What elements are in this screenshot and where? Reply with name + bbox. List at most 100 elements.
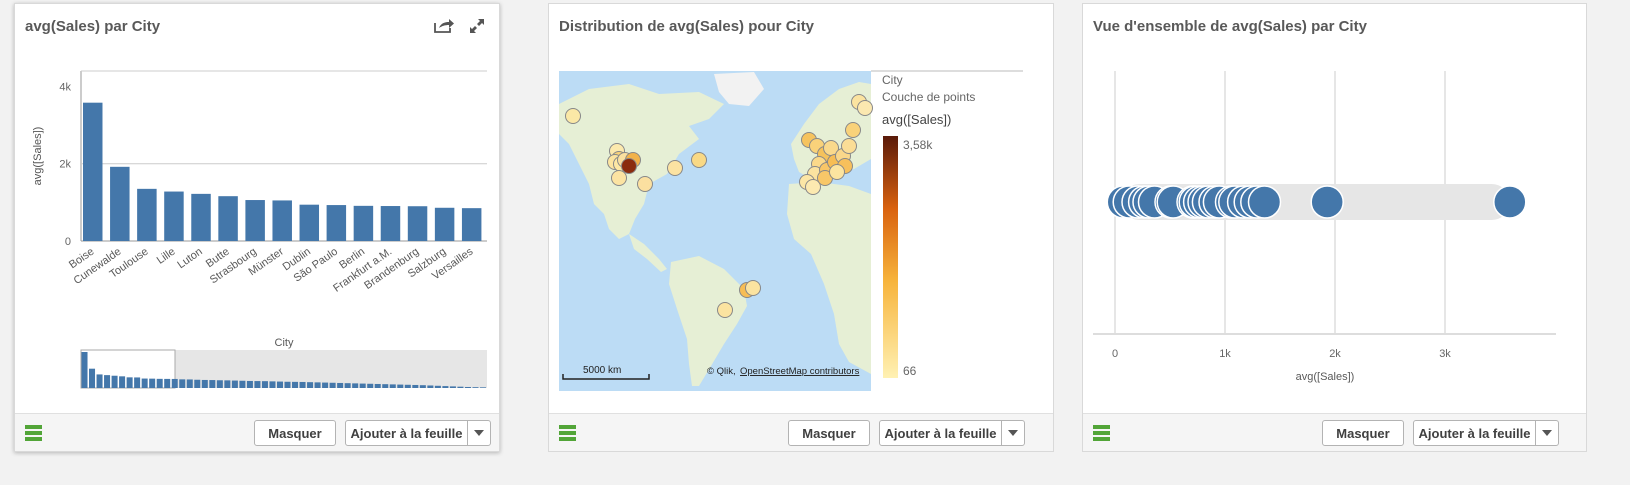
bar[interactable] (434, 207, 455, 241)
add-to-sheet-label: Ajouter à la feuille (1418, 425, 1531, 441)
minimap-bar (194, 379, 201, 388)
minimap-bar (389, 384, 396, 388)
minimap-bar (89, 368, 96, 388)
hide-button[interactable]: Masquer (788, 420, 870, 446)
map-point[interactable] (565, 108, 581, 124)
add-to-sheet-button[interactable]: Ajouter à la feuille (1413, 420, 1559, 446)
scale-label: 5000 km (583, 365, 621, 376)
menu-icon[interactable] (559, 425, 576, 441)
bar[interactable] (137, 188, 157, 241)
map-chart-card: Distribution de avg(Sales) pour City 500… (548, 3, 1054, 452)
y-axis-label: avg([Sales]) (32, 127, 44, 186)
x-tick-label: 1k (1219, 348, 1231, 360)
minimap-bar (119, 376, 126, 388)
distribution-point[interactable] (1310, 185, 1344, 219)
y-tick-label: 2k (59, 159, 71, 171)
bar[interactable] (164, 191, 184, 241)
minimap-bar (374, 383, 381, 388)
add-to-sheet-button[interactable]: Ajouter à la feuille (879, 420, 1025, 446)
chart-area: 0 2k 4k avg([Sales]) Boise Cunewalde Toulouse L… (15, 44, 499, 424)
bar[interactable] (380, 206, 401, 241)
x-tick-label: Lille (155, 246, 178, 267)
map-point[interactable] (845, 122, 861, 138)
map-point[interactable] (691, 152, 707, 168)
expand-icon[interactable] (469, 18, 485, 39)
minimap-bar (449, 386, 456, 388)
minimap-bar (111, 375, 118, 388)
minimap-bar (209, 380, 216, 388)
bar[interactable] (299, 204, 320, 241)
distribution-chart[interactable]: 0 1k 2k 3k avg([Sales]) (1083, 44, 1586, 424)
map-point[interactable] (745, 280, 761, 296)
minimap-bar (344, 383, 351, 388)
add-to-sheet-label: Ajouter à la feuille (884, 425, 997, 441)
x-axis-label: City (275, 337, 294, 349)
hide-button[interactable]: Masquer (1322, 420, 1404, 446)
bar[interactable] (110, 166, 130, 241)
minimap-bar (472, 387, 479, 388)
osm-attribution-link[interactable]: OpenStreetMap contributors (740, 366, 860, 377)
chevron-down-icon[interactable] (467, 421, 490, 445)
legend-gradient (883, 136, 898, 378)
bar[interactable] (353, 205, 374, 241)
minimap-bar (457, 386, 464, 388)
minimap-bar (141, 378, 148, 388)
bar[interactable] (326, 205, 347, 241)
card-footer: Masquer Ajouter à la feuille (1083, 413, 1586, 451)
minimap-bar (427, 385, 434, 388)
bar-chart-card: avg(Sales) par City 0 2k 4k avg([Sales]) Boi… (14, 3, 500, 452)
map-chart[interactable]: 5000 km © Qlik, OpenStreetMap contributo… (549, 44, 1053, 424)
bar[interactable] (407, 206, 428, 241)
minimap-bar (397, 384, 404, 388)
hide-button[interactable]: Masquer (254, 420, 336, 446)
minimap-bar (382, 384, 389, 388)
map-point[interactable] (857, 100, 873, 116)
map-point[interactable] (841, 138, 857, 154)
chevron-down-icon[interactable] (1535, 421, 1558, 445)
legend-max: 3,58k (903, 138, 933, 152)
distribution-point[interactable] (1493, 185, 1527, 219)
distribution-chart-card: Vue d'ensemble de avg(Sales) par City 0 1… (1082, 3, 1587, 452)
minimap-bar (314, 382, 321, 388)
bar[interactable] (245, 200, 265, 241)
map-point[interactable] (667, 160, 683, 176)
add-to-sheet-label: Ajouter à la feuille (350, 425, 463, 441)
bar[interactable] (272, 200, 292, 241)
map-point[interactable] (637, 176, 653, 192)
minimap-bar (307, 382, 314, 388)
map-point[interactable] (611, 170, 627, 186)
minimap-bar (239, 380, 246, 388)
minimap-bar (164, 378, 171, 388)
chart-area: 5000 km © Qlik, OpenStreetMap contributo… (549, 44, 1053, 424)
distribution-point[interactable] (1247, 185, 1282, 219)
minimap-bar (337, 382, 344, 388)
map-point[interactable] (829, 164, 845, 180)
minimap-bar (434, 385, 441, 388)
minimap-bar (201, 379, 208, 388)
bar[interactable] (83, 102, 103, 241)
x-axis-label: avg([Sales]) (1296, 371, 1355, 383)
minimap-bar (179, 379, 186, 388)
menu-icon[interactable] (1093, 425, 1110, 441)
minimap-bar (292, 381, 299, 388)
menu-icon[interactable] (25, 425, 42, 441)
minimap-bar (261, 381, 268, 388)
bar[interactable] (191, 193, 211, 241)
minimap-bar (419, 385, 426, 388)
minimap-bar (284, 381, 291, 388)
map-point[interactable] (621, 158, 637, 174)
bar[interactable] (218, 196, 238, 241)
minimap-bar (322, 382, 329, 388)
map-point[interactable] (717, 302, 733, 318)
chevron-down-icon[interactable] (1001, 421, 1024, 445)
minimap-bar (442, 386, 449, 388)
share-icon[interactable] (433, 18, 455, 39)
minimap-bar (359, 383, 366, 388)
minimap-bar (464, 386, 471, 388)
add-to-sheet-button[interactable]: Ajouter à la feuille (345, 420, 491, 446)
bar-chart[interactable]: 02k4kavg([Sales])BoiseCunewaldeToulouse L… (15, 44, 499, 424)
card-footer: Masquer Ajouter à la feuille (15, 413, 499, 451)
x-tick-label: Luton (175, 246, 204, 272)
bar[interactable] (461, 208, 482, 241)
minimap-bar (404, 384, 411, 388)
